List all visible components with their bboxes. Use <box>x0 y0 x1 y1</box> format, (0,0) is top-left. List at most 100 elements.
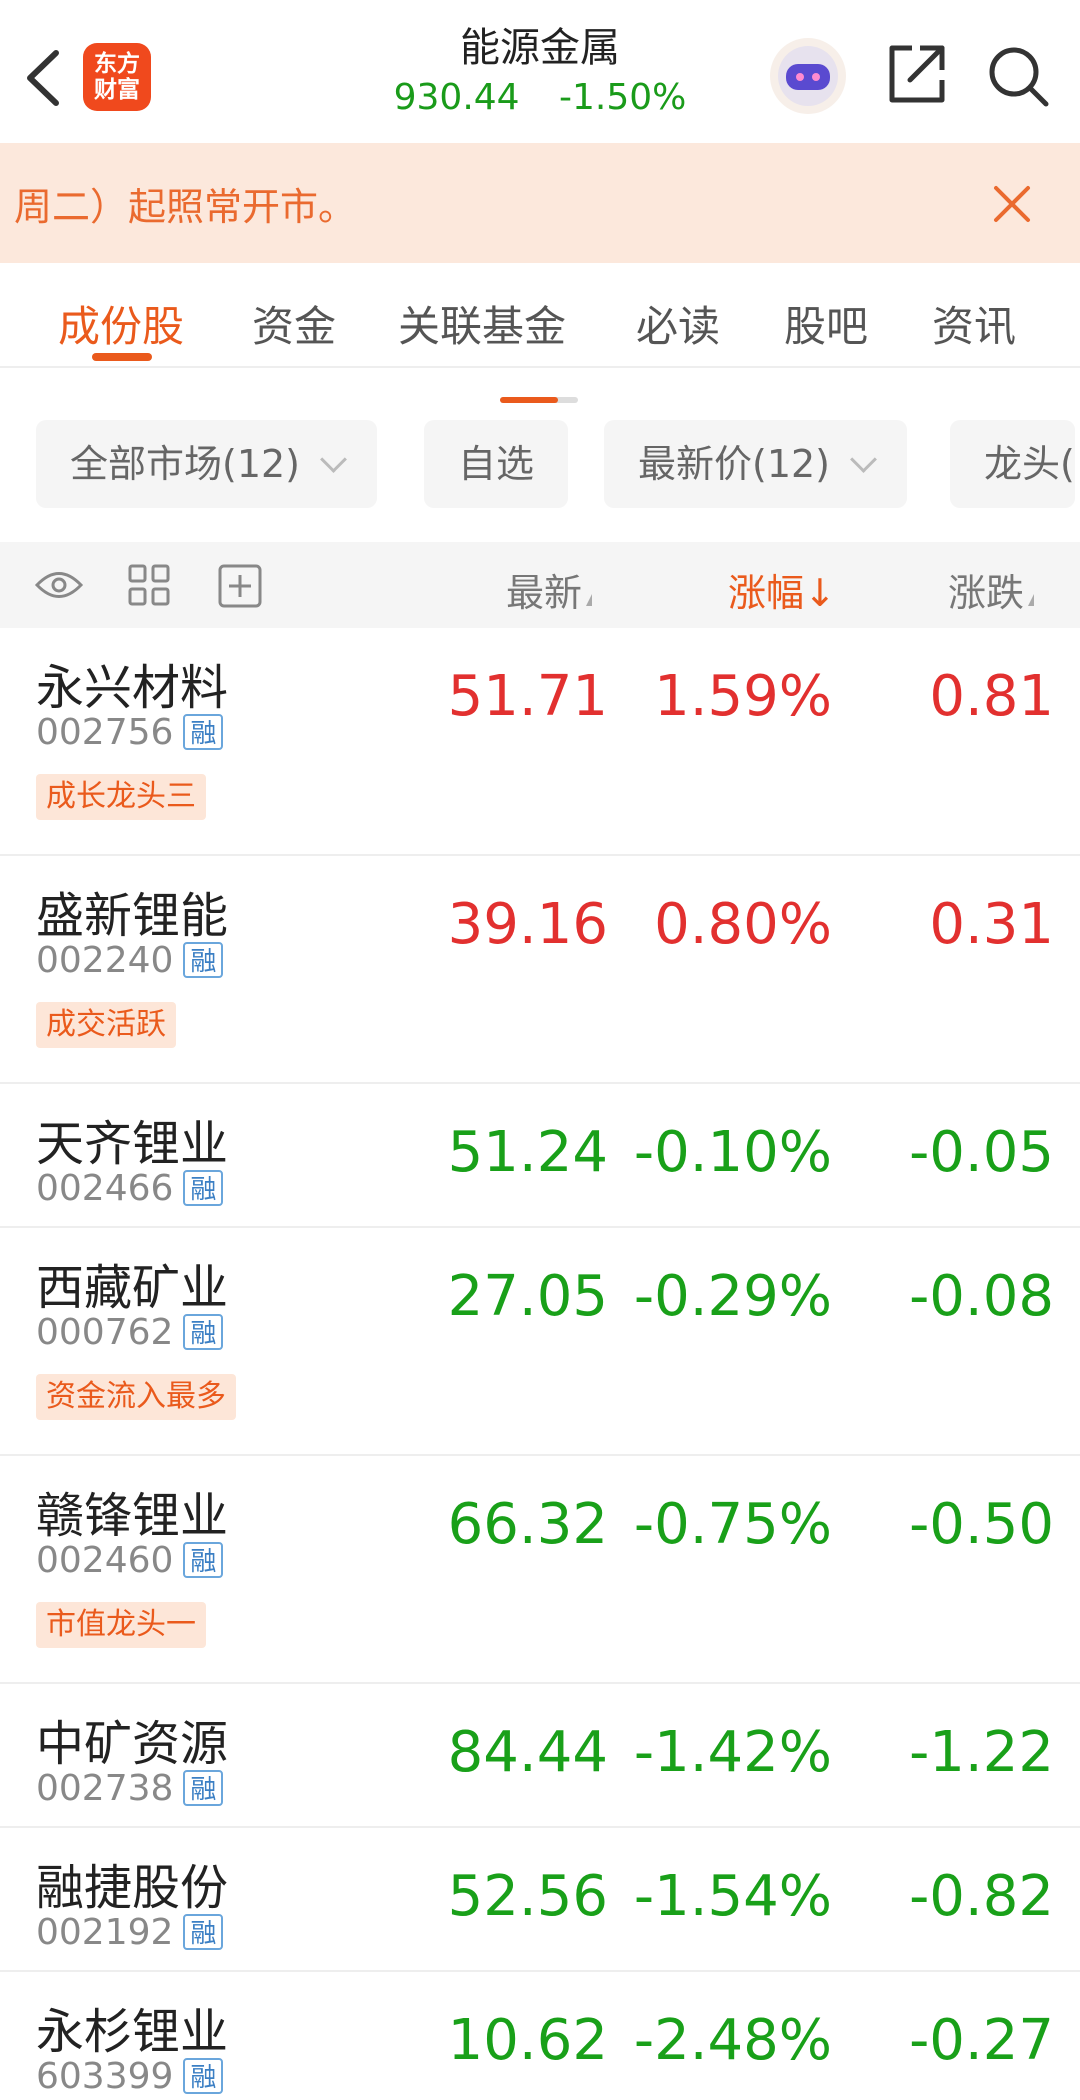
margin-badge: 融 <box>183 714 224 750</box>
stock-code: 002460 融 <box>36 1540 224 1581</box>
stock-tag[interactable]: 成交活跃 <box>36 1002 176 1048</box>
latest-price: 51.71 <box>447 664 608 729</box>
close-icon[interactable] <box>988 180 1036 228</box>
sector-change-pct: -1.50% <box>559 77 687 118</box>
robot-assistant-icon[interactable] <box>768 36 848 116</box>
latest-price: 39.16 <box>447 892 608 957</box>
table-row[interactable]: 融捷股份 002192 融 52.56 -1.54% -0.82 <box>0 1828 1080 1972</box>
table-row[interactable]: 西藏矿业 000762 融 资金流入最多 27.05 -0.29% -0.08 <box>0 1228 1080 1456</box>
column-change-pct[interactable]: 涨幅↓ <box>728 562 836 617</box>
margin-badge: 融 <box>183 1542 224 1578</box>
stock-code: 002192 融 <box>36 1912 224 1953</box>
change-value: 0.81 <box>929 664 1054 729</box>
column-change[interactable]: 涨跌 <box>948 562 1035 617</box>
scroll-indicator-thumb <box>500 397 558 403</box>
share-icon[interactable] <box>884 42 950 108</box>
tab-must-read[interactable]: 必读 <box>636 293 720 354</box>
change-value: -0.82 <box>909 1864 1054 1929</box>
change-pct: -2.48% <box>633 2008 832 2073</box>
chevron-down-icon <box>850 446 877 473</box>
change-value: 0.31 <box>929 892 1054 957</box>
eye-icon[interactable] <box>34 568 84 602</box>
latest-price-filter-dropdown[interactable]: 最新价(12) <box>604 420 908 508</box>
stock-name: 融捷股份 <box>36 1860 229 1916</box>
change-value: -0.27 <box>909 2008 1054 2073</box>
tab-bar: 成份股 资金 关联基金 必读 股吧 资讯 <box>0 263 1080 368</box>
stock-code: 002466 融 <box>36 1168 224 1209</box>
market-filter-dropdown[interactable]: 全部市场(12) <box>36 420 378 508</box>
change-pct: -0.75% <box>633 1492 832 1557</box>
search-icon[interactable] <box>986 44 1052 110</box>
leader-filter-dropdown[interactable]: 龙头( <box>950 420 1075 508</box>
stock-code: 002738 融 <box>36 1768 224 1809</box>
margin-badge: 融 <box>183 1770 224 1806</box>
sort-indicator-icon <box>1028 594 1035 606</box>
table-row[interactable]: 天齐锂业 002466 融 51.24 -0.10% -0.05 <box>0 1084 1080 1228</box>
app-logo[interactable]: 东方 财富 <box>83 43 151 111</box>
change-pct: -0.10% <box>633 1120 832 1185</box>
margin-badge: 融 <box>183 1914 224 1950</box>
tab-related-funds[interactable]: 关联基金 <box>398 293 566 354</box>
margin-badge: 融 <box>183 1314 224 1350</box>
tab-news[interactable]: 资讯 <box>932 293 1016 354</box>
sector-price: 930.44 <box>393 77 520 118</box>
divider <box>0 366 1080 368</box>
margin-badge: 融 <box>183 1170 224 1206</box>
chevron-down-icon <box>320 446 347 473</box>
latest-price: 10.62 <box>447 2008 608 2073</box>
watchlist-filter[interactable]: 自选 <box>424 420 569 508</box>
change-pct: -0.29% <box>633 1264 832 1329</box>
table-row[interactable]: 永兴材料 002756 融 成长龙头三 51.71 1.59% 0.81 <box>0 628 1080 856</box>
sector-title: 能源金属 <box>460 25 620 71</box>
change-pct: 1.59% <box>654 664 832 729</box>
stock-code: 002240 融 <box>36 940 224 981</box>
stock-code: 002756 融 <box>36 712 224 753</box>
change-pct: -1.42% <box>633 1720 832 1785</box>
stock-name: 赣锋锂业 <box>36 1488 229 1544</box>
stock-name: 永杉锂业 <box>36 2004 229 2060</box>
tab-forum[interactable]: 股吧 <box>784 293 868 354</box>
stock-tag[interactable]: 资金流入最多 <box>36 1374 236 1420</box>
latest-price: 84.44 <box>447 1720 608 1785</box>
margin-badge: 融 <box>183 942 224 978</box>
stock-tag[interactable]: 市值龙头一 <box>36 1602 206 1648</box>
tab-funds[interactable]: 资金 <box>252 293 336 354</box>
table-row[interactable]: 赣锋锂业 002460 融 市值龙头一 66.32 -0.75% -0.50 <box>0 1456 1080 1684</box>
latest-price: 66.32 <box>447 1492 608 1557</box>
stock-code: 603399 融 <box>36 2056 224 2097</box>
notice-text: 周二）起照常开市。 <box>14 185 357 229</box>
latest-price: 52.56 <box>447 1864 608 1929</box>
sector-title-block: 能源金属 930.44 -1.50% <box>340 24 740 120</box>
latest-price: 27.05 <box>447 1264 608 1329</box>
grid-view-icon[interactable] <box>128 564 170 606</box>
stock-tag[interactable]: 成长龙头三 <box>36 774 206 820</box>
sort-down-arrow-icon: ↓ <box>804 571 836 615</box>
back-arrow-icon[interactable] <box>20 45 70 111</box>
active-tab-indicator <box>92 353 152 361</box>
column-latest[interactable]: 最新 <box>506 562 593 617</box>
stock-name: 西藏矿业 <box>36 1260 229 1316</box>
change-value: -0.08 <box>909 1264 1054 1329</box>
latest-price: 51.24 <box>447 1120 608 1185</box>
table-row[interactable]: 永杉锂业 603399 融 10.62 -2.48% -0.27 <box>0 1972 1080 2100</box>
tab-constituents[interactable]: 成份股 <box>58 293 184 354</box>
table-row[interactable]: 盛新锂能 002240 融 成交活跃 39.16 0.80% 0.31 <box>0 856 1080 1084</box>
change-value: -0.05 <box>909 1120 1054 1185</box>
stock-name: 中矿资源 <box>36 1716 229 1772</box>
stock-code: 000762 融 <box>36 1312 224 1353</box>
stock-name: 盛新锂能 <box>36 888 229 944</box>
stock-name: 永兴材料 <box>36 660 229 716</box>
notice-banner: 周二）起照常开市。 <box>0 143 1080 263</box>
table-header: 最新 涨幅↓ 涨跌 <box>0 542 1080 628</box>
table-row[interactable]: 中矿资源 002738 融 84.44 -1.42% -1.22 <box>0 1684 1080 1828</box>
stock-name: 天齐锂业 <box>36 1116 229 1172</box>
top-header: 东方 财富 能源金属 930.44 -1.50% <box>0 0 1080 143</box>
sector-quote: 930.44 -1.50% <box>340 76 740 120</box>
change-pct: 0.80% <box>654 892 832 957</box>
add-box-icon[interactable] <box>218 564 262 608</box>
sort-indicator-icon <box>586 594 593 606</box>
margin-badge: 融 <box>183 2058 224 2094</box>
change-value: -1.22 <box>909 1720 1054 1785</box>
change-value: -0.50 <box>909 1492 1054 1557</box>
change-pct: -1.54% <box>633 1864 832 1929</box>
